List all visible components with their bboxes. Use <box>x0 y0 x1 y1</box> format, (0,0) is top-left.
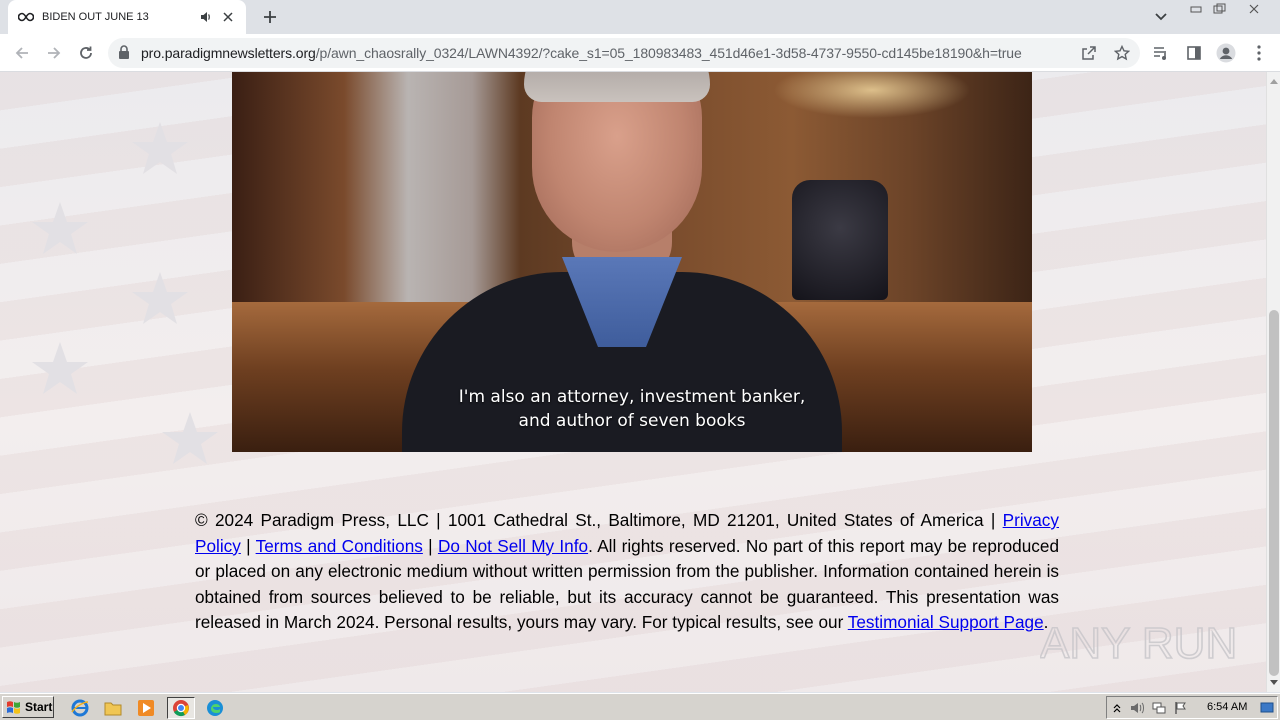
new-tab-button[interactable] <box>258 5 282 29</box>
video-subtitle: I'm also an attorney, investment banker,… <box>232 385 1032 433</box>
footer-separator: | <box>240 535 256 556</box>
side-panel-icon[interactable] <box>1181 40 1207 66</box>
internet-explorer-icon[interactable] <box>68 697 92 719</box>
video-player[interactable]: I'm also an attorney, investment banker,… <box>232 72 1032 452</box>
media-control-icon[interactable] <box>1148 40 1174 66</box>
lock-icon[interactable] <box>118 45 132 61</box>
show-hidden-icons-icon[interactable] <box>1109 700 1125 716</box>
tab-strip: BIDEN OUT JUNE 13 <box>0 0 1280 34</box>
testimonial-support-link[interactable]: Testimonial Support Page <box>848 612 1044 632</box>
taskbar: Start 6:54 AM <box>0 693 1280 720</box>
edge-icon[interactable] <box>203 697 227 719</box>
network-icon[interactable] <box>1151 700 1167 716</box>
file-explorer-icon[interactable] <box>101 697 125 719</box>
terms-and-conditions-link[interactable]: Terms and Conditions <box>256 536 423 556</box>
chrome-taskbar-icon[interactable] <box>167 697 195 719</box>
back-arrow-icon[interactable] <box>8 39 36 67</box>
page-viewport: I'm also an attorney, investment banker,… <box>0 72 1266 692</box>
subtitle-line-1: I'm also an attorney, investment banker, <box>458 387 806 407</box>
forward-arrow-icon[interactable] <box>40 39 68 67</box>
flag-stars-background <box>32 122 218 464</box>
show-desktop-icon[interactable] <box>1259 700 1275 716</box>
media-player-icon[interactable] <box>134 697 158 719</box>
subtitle-line-2: and author of seven books <box>518 411 746 431</box>
copyright-text: © 2024 Paradigm Press, LLC | 1001 Cathed… <box>195 510 1003 530</box>
close-window-icon[interactable] <box>1242 0 1266 18</box>
volume-icon[interactable] <box>1129 700 1145 716</box>
url-path: /p/awn_chaosrally_0324/LAWN4392/?cake_s1… <box>315 45 1022 61</box>
anyrun-watermark-logo: ANY RUN <box>1040 618 1238 669</box>
video-person-hair <box>524 72 710 102</box>
system-clock[interactable]: 6:54 AM <box>1207 701 1247 713</box>
watermark-text: ANY RUN <box>1040 619 1237 668</box>
start-button[interactable]: Start <box>2 696 54 718</box>
browser-toolbar: pro.paradigmnewsletters.org/p/awn_chaosr… <box>0 34 1280 72</box>
action-center-flag-icon[interactable] <box>1173 700 1189 716</box>
scrollbar-thumb[interactable] <box>1269 310 1279 676</box>
close-tab-icon[interactable] <box>220 9 236 25</box>
minimize-icon[interactable] <box>1184 0 1208 18</box>
address-bar[interactable]: pro.paradigmnewsletters.org/p/awn_chaosr… <box>108 38 1140 68</box>
do-not-sell-link[interactable]: Do Not Sell My Info <box>438 536 588 556</box>
legal-footer: © 2024 Paradigm Press, LLC | 1001 Cathed… <box>195 508 1059 636</box>
bookmark-star-icon[interactable] <box>1111 42 1133 64</box>
restore-icon[interactable] <box>1208 0 1232 18</box>
url-host: pro.paradigmnewsletters.org <box>141 45 316 61</box>
windows-logo-icon <box>7 701 20 714</box>
system-tray: 6:54 AM <box>1106 696 1278 719</box>
share-icon[interactable] <box>1078 42 1100 64</box>
speaker-icon[interactable] <box>198 9 214 25</box>
reload-icon[interactable] <box>72 39 100 67</box>
tab-title: BIDEN OUT JUNE 13 <box>42 11 149 23</box>
scroll-up-arrow-icon[interactable] <box>1267 74 1280 88</box>
browser-tab[interactable]: BIDEN OUT JUNE 13 <box>8 0 246 34</box>
video-scene-chair <box>792 180 888 300</box>
footer-separator: | <box>422 535 438 556</box>
vertical-scrollbar[interactable] <box>1266 72 1280 692</box>
kebab-menu-icon[interactable] <box>1246 40 1272 66</box>
profile-avatar-icon[interactable] <box>1213 40 1239 66</box>
scroll-down-arrow-icon[interactable] <box>1267 676 1280 690</box>
infinity-favicon-icon <box>18 9 34 25</box>
start-label: Start <box>25 700 53 714</box>
chevron-down-icon[interactable] <box>1150 6 1172 28</box>
url-text[interactable]: pro.paradigmnewsletters.org/p/awn_chaosr… <box>141 45 1022 61</box>
